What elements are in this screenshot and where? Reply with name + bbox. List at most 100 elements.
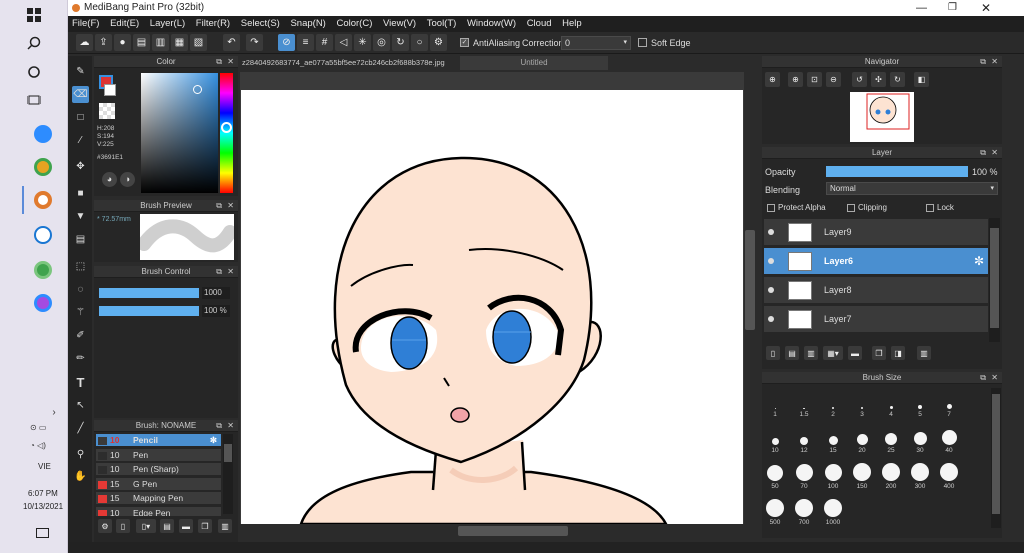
close-panel-icon[interactable]: ✕ [991, 56, 998, 68]
undock-icon[interactable]: ⧉ [216, 420, 222, 432]
reset-rotation-icon[interactable]: ✣ [871, 72, 886, 87]
close-panel-icon[interactable]: ✕ [227, 200, 234, 212]
panel-icon[interactable]: ▧ [190, 34, 207, 51]
brush-size-preset[interactable]: 15 [819, 424, 847, 454]
clock-date[interactable]: 10/13/2021 [23, 502, 63, 511]
radial-snap-icon[interactable]: ✳ [354, 34, 371, 51]
undock-icon[interactable]: ⧉ [980, 372, 986, 384]
add-brush-icon[interactable]: ▯▾ [136, 519, 156, 533]
close-panel-icon[interactable]: ✕ [227, 420, 234, 432]
brush-size-preset[interactable]: 2 [819, 388, 847, 418]
lasso-tool-icon[interactable]: ◌ [72, 281, 89, 298]
brush-opacity-slider[interactable] [99, 306, 199, 316]
menu-file[interactable]: File(F) [72, 18, 99, 29]
search-icon[interactable] [24, 33, 44, 53]
brush-size-preset[interactable]: 4 [877, 388, 905, 418]
cloud-icon[interactable]: ☁ [76, 34, 93, 51]
cortana-icon[interactable] [24, 62, 44, 82]
select-pen-tool-icon[interactable]: ✐ [72, 327, 89, 344]
layer-list-scroll-thumb[interactable] [990, 228, 999, 328]
brush-size-slider[interactable] [99, 288, 199, 298]
layer-row[interactable]: Layer6 ✼ [764, 248, 988, 275]
rotate-left-icon[interactable]: ↺ [852, 72, 867, 87]
background-color-swatch[interactable] [104, 84, 116, 96]
hue-slider[interactable] [220, 73, 233, 193]
brush-size-preset[interactable]: 10 [761, 424, 789, 454]
operation-tool-icon[interactable]: ↖ [72, 397, 89, 414]
brush-size-preset[interactable]: 200 [877, 460, 905, 490]
chrome-green-app-icon[interactable] [34, 261, 52, 279]
brush-size-preset[interactable]: 700 [790, 496, 818, 526]
canvas-paper[interactable] [241, 90, 743, 524]
bucket-tool-icon[interactable]: ▼ [72, 208, 89, 225]
task-view-icon[interactable] [24, 90, 44, 110]
language-indicator[interactable]: VIE [38, 462, 51, 471]
parallel-snap-icon[interactable]: ≡ [297, 34, 314, 51]
brush-size-preset[interactable]: 40 [935, 424, 963, 454]
zoom-out-icon[interactable]: ⊖ [826, 72, 841, 87]
menu-color[interactable]: Color(C) [336, 18, 372, 29]
curve-snap-icon[interactable]: ↻ [392, 34, 409, 51]
windows-start-icon[interactable] [24, 5, 44, 25]
brush-list-scroll-thumb[interactable] [224, 444, 232, 462]
brush-list-scrollbar[interactable] [223, 434, 233, 514]
zoom-in-icon[interactable]: ⊕ [765, 72, 780, 87]
maximize-button[interactable]: ❐ [948, 0, 957, 16]
settings-snap-icon[interactable]: ⚙ [430, 34, 447, 51]
gear-icon[interactable]: ✼ [210, 434, 217, 447]
new-8bit-layer-icon[interactable]: ▥ [804, 346, 818, 360]
menu-select[interactable]: Select(S) [241, 18, 280, 29]
tab-untitled[interactable]: Untitled [460, 56, 608, 70]
brush-list-item[interactable]: 10 Pen (Sharp) [96, 463, 221, 476]
brush-size-preset[interactable]: 30 [906, 424, 934, 454]
brush-size-preset[interactable]: 20 [848, 424, 876, 454]
menu-snap[interactable]: Snap(N) [290, 18, 325, 29]
chevron-up-icon[interactable]: › [44, 402, 64, 422]
canvas-horizontal-thumb[interactable] [458, 526, 568, 536]
delete-layer-icon[interactable]: ▥ [917, 346, 931, 360]
ellipse-snap-icon[interactable]: ○ [411, 34, 428, 51]
brush-size-preset[interactable]: 400 [935, 460, 963, 490]
layer-row[interactable]: Layer8 [764, 277, 988, 304]
color-picker-cursor[interactable] [193, 85, 202, 94]
brush-size-preset[interactable]: 150 [848, 460, 876, 490]
cloud-brush-icon[interactable]: ⚙ [98, 519, 112, 533]
document-icon[interactable]: ▥ [152, 34, 169, 51]
notification-icon[interactable] [32, 524, 52, 544]
layer-row[interactable]: Layer9 [764, 219, 988, 246]
fit-window-icon[interactable]: ⊡ [807, 72, 822, 87]
brush-list-item[interactable]: 15 G Pen [96, 477, 221, 491]
brush-list-item[interactable]: 10 Pen [96, 448, 221, 462]
brush-size-preset[interactable]: 12 [790, 424, 818, 454]
delete-brush-icon[interactable]: ▥ [218, 519, 232, 533]
visibility-icon[interactable] [768, 316, 774, 322]
undock-icon[interactable]: ⧉ [980, 147, 986, 159]
gradient-tool-icon[interactable]: ▤ [72, 231, 89, 248]
layer-row[interactable]: Layer7 [764, 306, 988, 333]
grid-snap-icon[interactable]: # [316, 34, 333, 51]
select-tool-icon[interactable]: ⬚ [72, 258, 89, 275]
menu-help[interactable]: Help [562, 18, 582, 29]
brush-tool-icon[interactable]: ✎ [72, 63, 89, 80]
brush-size-preset[interactable]: 1.5 [790, 388, 818, 418]
color-picker-square[interactable] [141, 73, 218, 193]
eraser-tool-icon[interactable]: ⌫ [72, 86, 89, 103]
text-tool-icon[interactable]: T [72, 374, 89, 391]
brush-properties-icon[interactable]: ▤ [160, 519, 174, 533]
menu-window[interactable]: Window(W) [467, 18, 516, 29]
zoom-actual-icon[interactable]: ⊕ [788, 72, 803, 87]
brush-size-scrollbar[interactable] [991, 388, 1001, 528]
menu-filter[interactable]: Filter(R) [196, 18, 230, 29]
menu-layer[interactable]: Layer(L) [150, 18, 185, 29]
brush-size-preset[interactable]: 25 [877, 424, 905, 454]
rotate-right-icon[interactable]: ↻ [890, 72, 905, 87]
close-panel-icon[interactable]: ✕ [227, 56, 234, 68]
medibang-app-icon[interactable] [34, 191, 52, 209]
new-layer-icon[interactable]: ▯ [766, 346, 780, 360]
menu-cloud[interactable]: Cloud [527, 18, 552, 29]
layer-opacity-slider[interactable] [826, 166, 968, 177]
layer-opacity-value[interactable]: 100 % [972, 167, 998, 177]
canvas-vertical-thumb[interactable] [745, 230, 755, 330]
blending-select[interactable]: Normal ▾ [826, 182, 998, 195]
undock-icon[interactable]: ⧉ [216, 200, 222, 212]
